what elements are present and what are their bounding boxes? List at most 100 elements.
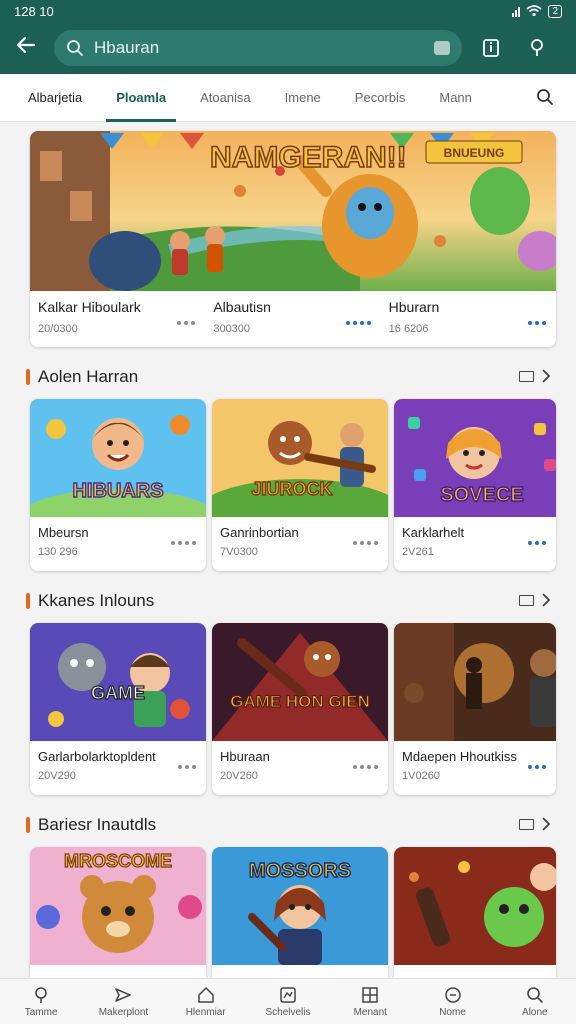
more-icon[interactable] [527,321,546,325]
featured-item[interactable]: Kalkar Hiboulark 20/0300 [30,291,205,347]
game-card-image: HIBUARS [30,399,206,517]
paper-plane-icon [115,987,132,1002]
more-icon[interactable] [528,765,546,769]
game-card-logo: GAME HON GIEN [230,692,370,711]
category-tabs: Albarjetia Ploamla Atoanisa Imene Pecorb… [0,74,576,122]
game-card-image: GAME HON GIEN [212,623,388,741]
tab-pecorbis[interactable]: Pecorbis [345,74,416,122]
section-more-button[interactable] [519,817,550,831]
section-header: Aolen Harran [0,359,576,395]
tab-ploamla[interactable]: Ploamla [106,74,176,122]
search-icon [537,89,553,105]
nav-item-label: Makerplont [98,1006,149,1018]
nav-item-label: Menant [353,1006,387,1018]
more-icon[interactable] [178,765,196,769]
featured-item-title: Albautisn [213,299,271,315]
game-card-logo: SOVECE [440,484,523,506]
section-title: Bariesr Inautdls [38,815,157,834]
nav-item-menant[interactable]: Menant [329,979,411,1024]
nav-item-alone[interactable]: Alone [494,979,576,1024]
section-accent [26,817,30,833]
game-card-title: Garlarbolarktopldent [38,749,156,764]
tab-albarjetia[interactable]: Albarjetia [18,74,92,122]
game-card-image: MROSCOME [30,847,206,965]
game-card[interactable]: MROSCOME [30,847,206,978]
section-title: Kkanes Inlouns [38,591,155,610]
nav-item-label: Hlenmiar [185,1006,226,1018]
featured-item-title: Kalkar Hiboulark [38,299,141,315]
game-card[interactable]: GAME HON GIEN Hburaan 20V260 [212,623,388,795]
section-accent [26,369,30,385]
chevron-right-icon [542,369,550,383]
nav-item-hlenmiar[interactable]: Hlenmiar [165,979,247,1024]
featured-banner-info: Kalkar Hiboulark 20/0300 Albautisn 30030… [30,291,556,347]
status-icons: 2 [512,4,562,18]
search-icon [527,986,543,1003]
featured-banner[interactable]: NAMGERAN!! BNUEUNG Kalkar Hiboulark 20/0… [30,131,556,347]
game-card-title: Karklarhelt [402,525,465,540]
search-input[interactable] [94,38,434,58]
view-all-icon [519,370,534,382]
nav-item-makerplont[interactable]: Makerplont [82,979,164,1024]
game-card-image: JIUROCK [212,399,388,517]
tab-mann[interactable]: Mann [429,74,482,122]
nav-item-label: Schelvelis [265,1006,311,1018]
nav-item-label: Alone [522,1006,548,1018]
game-card-image: SOVECE [394,399,556,517]
game-card[interactable]: HIBUARS Mbeursn 130 296 [30,399,206,571]
info-button[interactable] [474,31,508,65]
nav-item-label: Nome [439,1006,466,1018]
section-title: Aolen Harran [38,367,139,386]
section-header: Kkanes Inlouns [0,583,576,619]
section-more-button[interactable] [519,593,550,607]
status-time: 128 10 [14,3,54,19]
game-card[interactable] [394,847,556,978]
info-icon [483,39,499,57]
nav-item-schelvelis[interactable]: Schelvelis [247,979,329,1024]
game-card-title [394,965,556,973]
back-button[interactable] [12,34,40,62]
chevron-right-icon [542,817,550,831]
more-icon[interactable] [171,541,196,545]
featured-item[interactable]: Albautisn 300300 [205,291,380,347]
lock-icon[interactable] [434,41,450,55]
nav-item-nome[interactable]: Nome [411,979,493,1024]
featured-item-meta: 20/0300 [38,323,78,335]
more-icon[interactable] [345,321,371,325]
featured-item[interactable]: Hburarn 16 6206 [381,291,556,347]
search-icon [67,40,83,56]
game-card-title [30,965,206,973]
more-icon[interactable] [353,541,378,545]
game-card[interactable]: JIUROCK Ganrinbortian 7V0300 [212,399,388,571]
main-content: NAMGERAN!! BNUEUNG Kalkar Hiboulark 20/0… [0,123,576,978]
game-card-image [394,623,556,741]
game-card[interactable]: MOSSORS [212,847,388,978]
wifi-icon [526,5,542,17]
game-card[interactable]: SOVECE Karklarhelt 2V261 [394,399,556,571]
search-bar[interactable] [54,30,462,66]
signal-icon [512,6,521,17]
tab-imene[interactable]: Imene [275,74,331,122]
section-more-button[interactable] [519,369,550,383]
section-header: Bariesr Inautdls [0,807,576,843]
game-card-logo: MROSCOME [64,851,172,871]
bulb-icon [531,39,543,56]
cart-icon [444,986,461,1003]
game-card[interactable]: Mdaepen Hhoutkiss 1V0260 [394,623,556,795]
tab-atoanisa[interactable]: Atoanisa [190,74,261,122]
notifications-button[interactable] [520,31,554,65]
more-icon[interactable] [177,321,196,325]
featured-banner-image: NAMGERAN!! BNUEUNG [30,131,556,291]
nav-item-tamme[interactable]: Tamme [0,979,82,1024]
banner-badge: BNUEUNG [444,146,505,160]
more-icon[interactable] [353,765,378,769]
more-icon[interactable] [528,541,546,545]
tab-search-button[interactable] [536,88,554,111]
game-card[interactable]: GAME Garlarbolarktopldent 20V290 [30,623,206,795]
grid-icon [362,986,379,1003]
game-card-title: Hburaan [220,749,270,764]
home-icon [197,986,214,1003]
game-card-title [212,965,388,973]
battery-icon: 2 [548,4,562,18]
game-card-logo: GAME [91,683,145,703]
